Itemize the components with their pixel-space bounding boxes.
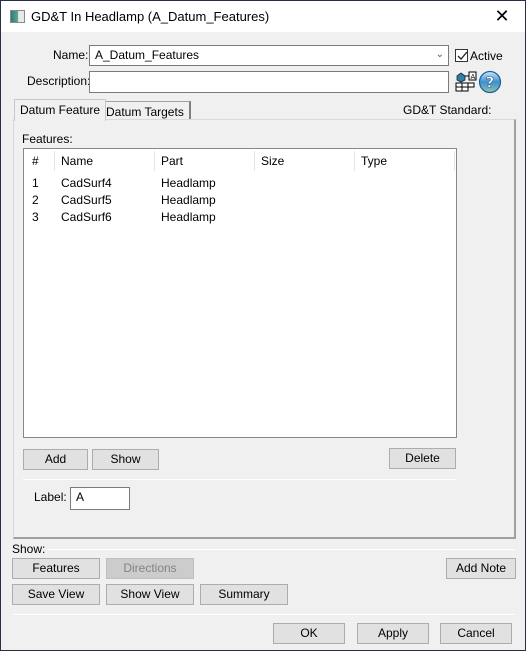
show-feature-button[interactable]: Show [92,449,159,470]
table-row[interactable]: 2 CadSurf5 Headlamp [24,192,456,209]
features-label: Features: [22,132,73,146]
column-header-number[interactable]: # [24,149,39,174]
svg-text:A: A [471,73,476,81]
dialog-window: GD&T In Headlamp (A_Datum_Features) ✕ Na… [0,0,526,651]
column-header-size[interactable]: Size [253,149,284,174]
row-part: Headlamp [161,193,216,207]
tab-datum-targets[interactable]: Datum Targets [100,101,191,121]
datum-feature-symbol-button[interactable]: A [454,70,477,92]
description-label: Description: [27,74,91,88]
row-name: CadSurf6 [61,210,112,224]
title-bar: GD&T In Headlamp (A_Datum_Features) ✕ [1,1,525,32]
table-row[interactable]: 1 CadSurf4 Headlamp [24,175,456,192]
add-note-button[interactable]: Add Note [446,558,516,579]
description-input[interactable] [89,71,449,93]
tab-datum-feature[interactable]: Datum Feature [14,99,107,121]
name-combobox[interactable]: A_Datum_Features ⌄ [89,45,449,66]
row-part: Headlamp [161,176,216,190]
name-value: A_Datum_Features [95,48,200,62]
app-icon [10,10,25,23]
checkmark-icon [457,51,468,60]
window-title: GD&T In Headlamp (A_Datum_Features) [31,9,270,24]
show-view-button[interactable]: Show View [106,584,194,605]
datum-symbol-icon: A [455,71,477,92]
add-feature-button[interactable]: Add [23,449,88,470]
delete-feature-button[interactable]: Delete [389,448,456,469]
column-header-name[interactable]: Name [53,149,93,174]
show-section-label: Show: [12,542,46,556]
label-input[interactable]: A [70,487,130,510]
ok-button[interactable]: OK [273,623,345,644]
show-features-button[interactable]: Features [12,558,100,579]
column-separator [454,151,455,171]
chevron-down-icon[interactable]: ⌄ [436,49,444,60]
close-button[interactable]: ✕ [479,1,525,32]
save-view-button[interactable]: Save View [12,584,100,605]
svg-text:?: ? [486,74,495,92]
divider [47,549,515,550]
cancel-button[interactable]: Cancel [440,623,512,644]
summary-button[interactable]: Summary [200,584,288,605]
row-number: 3 [32,210,39,224]
divider [13,614,515,615]
close-icon: ✕ [494,6,510,26]
show-directions-button[interactable]: Directions [106,558,194,579]
row-name: CadSurf4 [61,176,112,190]
column-header-type[interactable]: Type [353,149,387,174]
column-header-part[interactable]: Part [153,149,183,174]
apply-button[interactable]: Apply [357,623,429,644]
features-list[interactable]: # Name Part Size Type 1 CadSurf4 Headlam… [23,148,457,438]
row-number: 2 [32,193,39,207]
row-name: CadSurf5 [61,193,112,207]
row-part: Headlamp [161,210,216,224]
table-row[interactable]: 3 CadSurf6 Headlamp [24,209,456,226]
divider [23,479,456,480]
label-field-label: Label: [34,490,67,504]
name-label: Name: [53,48,89,62]
help-button[interactable]: ? [478,70,502,94]
active-checkbox[interactable] [455,49,468,62]
active-label: Active [470,49,503,63]
row-number: 1 [32,176,39,190]
help-icon: ? [478,70,502,94]
